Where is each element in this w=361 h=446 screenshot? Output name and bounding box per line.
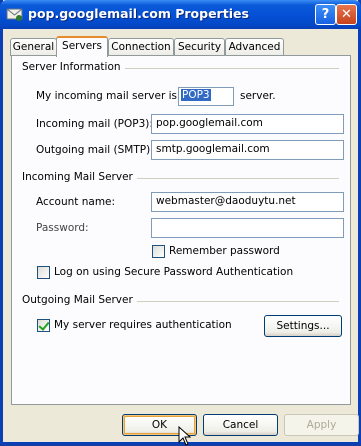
incoming-mail-label: Incoming mail (POP3): [36, 118, 153, 130]
account-name-label: Account name: [36, 196, 116, 208]
incoming-type-prefix: My incoming mail server is a [36, 90, 187, 102]
incoming-server-type-field[interactable]: POP3 [178, 87, 234, 106]
mail-account-icon [6, 8, 23, 21]
spa-label: Log on using Secure Password Authenticat… [54, 266, 294, 278]
tab-general[interactable]: General [10, 38, 57, 56]
window-title: pop.googlemail.com Properties [28, 6, 249, 21]
requires-auth-label: My server requires authentication [54, 319, 232, 331]
password-field[interactable] [151, 218, 344, 238]
password-label: Password: [36, 222, 89, 234]
outgoing-mail-field[interactable]: smtp.googlemail.com [151, 140, 344, 160]
incoming-server-type-value: POP3 [181, 89, 211, 101]
incoming-type-suffix: server. [240, 90, 276, 102]
outgoing-server-heading: Outgoing Mail Server [22, 294, 137, 306]
mouse-pointer-icon [178, 426, 192, 446]
close-button[interactable]: ✕ [336, 4, 357, 25]
servers-panel: Server Information My incoming mail serv… [11, 55, 351, 405]
outgoing-mail-label: Outgoing mail (SMTP): [36, 144, 154, 156]
tab-advanced[interactable]: Advanced [225, 38, 284, 56]
tab-servers[interactable]: Servers [56, 36, 108, 57]
tab-connection[interactable]: Connection [108, 38, 174, 56]
incoming-server-heading: Incoming Mail Server [22, 171, 137, 183]
tab-security[interactable]: Security [174, 38, 225, 56]
cancel-button[interactable]: Cancel [203, 414, 278, 436]
remember-password-checkbox[interactable] [152, 245, 165, 258]
help-button[interactable]: ? [315, 4, 336, 25]
server-info-heading: Server Information [22, 61, 125, 73]
title-bar[interactable]: pop.googlemail.com Properties ? ✕ [0, 0, 361, 29]
spa-checkbox[interactable] [37, 266, 50, 279]
settings-button[interactable]: Settings... [264, 315, 342, 337]
remember-password-label: Remember password [169, 245, 280, 257]
apply-button[interactable]: Apply [284, 414, 359, 436]
requires-auth-checkbox[interactable] [37, 319, 50, 332]
properties-dialog: pop.googlemail.com Properties ? ✕ Genera… [0, 0, 361, 446]
account-name-field[interactable]: webmaster@daoduytu.net [151, 192, 344, 212]
incoming-mail-field[interactable]: pop.googlemail.com [151, 114, 344, 134]
